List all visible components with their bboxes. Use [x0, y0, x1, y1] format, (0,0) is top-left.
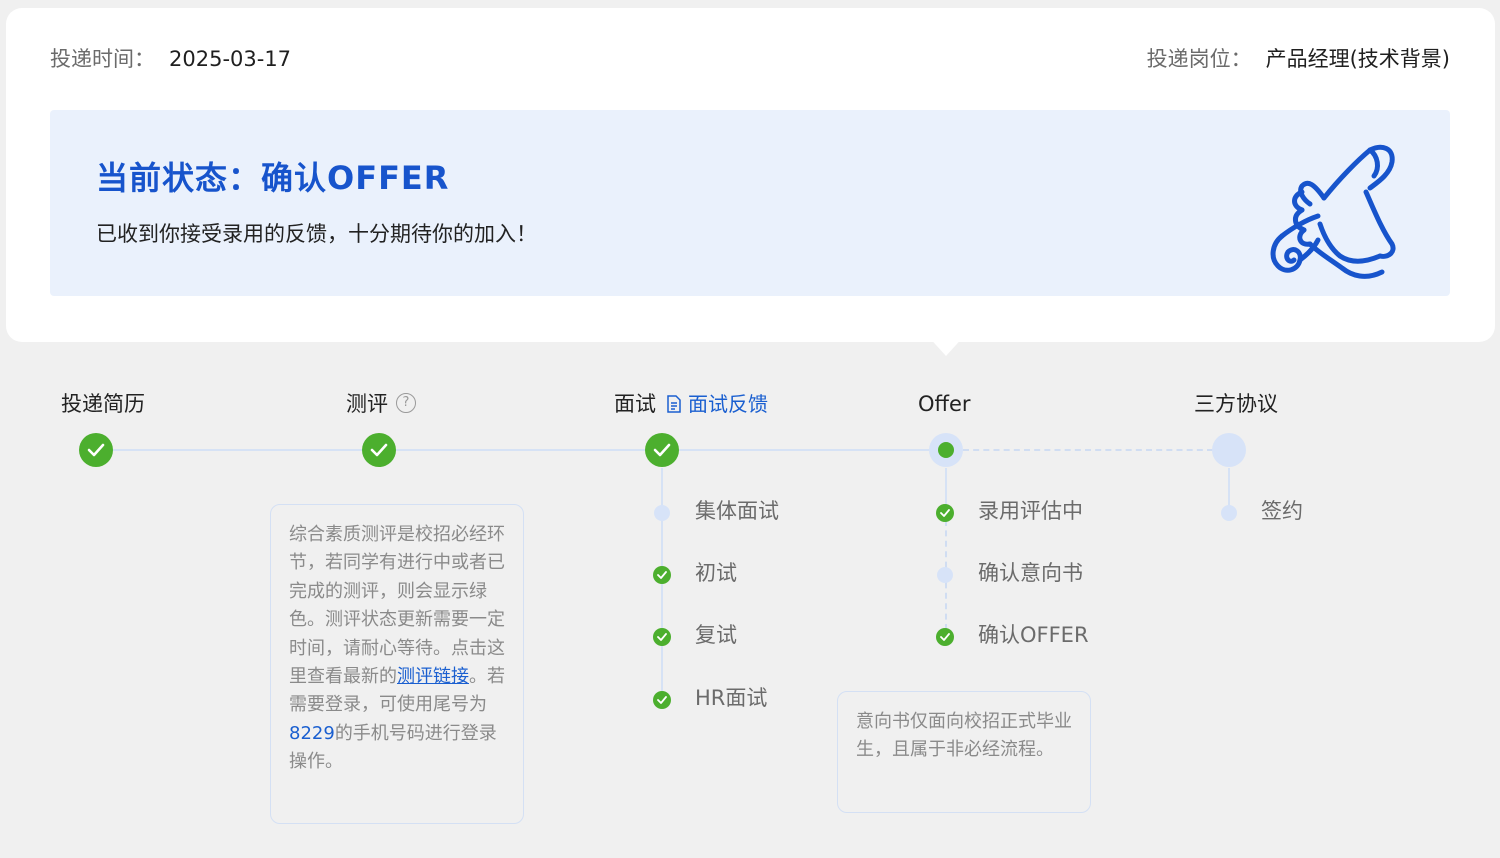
step-assessment-label: 测评 [346, 392, 388, 416]
step-agreement-node [1212, 433, 1246, 467]
timeline-connector [679, 449, 929, 451]
substep-hr-interview: HR面试 [695, 686, 768, 710]
interview-substep-line [661, 468, 663, 700]
step-resume: 投递简历 [61, 389, 145, 419]
status-title: 当前状态：确认OFFER [96, 159, 450, 197]
status-panel: 当前状态：确认OFFER 已收到你接受录用的反馈，十分期待你的加入！ [50, 110, 1450, 296]
position-value: 产品经理(技术背景) [1265, 47, 1450, 71]
position: 投递岗位： 产品经理(技术背景) [1147, 44, 1450, 74]
step-agreement: 三方协议 [1194, 389, 1278, 419]
substep-done-check [936, 628, 954, 646]
substep-pending-dot [1221, 505, 1237, 521]
substep-done-check [653, 691, 671, 709]
substep-group-interview: 集体面试 [695, 499, 779, 523]
timeline-connector-pending [963, 449, 1213, 451]
step-interview-label: 面试 [614, 392, 656, 416]
current-dot [938, 442, 954, 458]
substep-offer-evaluation: 录用评估中 [978, 499, 1083, 523]
offer-note: 意向书仅面向校招正式毕业生，且属于非必经流程。 [837, 691, 1091, 813]
substep-done-check [653, 566, 671, 584]
timeline-connector [396, 449, 645, 451]
check-icon [657, 633, 667, 641]
check-icon [370, 443, 388, 457]
submit-time: 投递时间： 2025-03-17 [50, 44, 291, 74]
substep-done-check [653, 628, 671, 646]
help-icon[interactable]: ? [396, 393, 416, 413]
check-icon [657, 571, 667, 579]
step-offer-node [929, 433, 963, 467]
card-pointer [926, 334, 966, 356]
check-icon [657, 696, 667, 704]
phone-suffix: 8229 [289, 722, 335, 744]
substep-pending-dot [937, 567, 953, 583]
substep-confirm-offer: 确认OFFER [978, 623, 1089, 647]
step-resume-node [79, 433, 113, 467]
check-icon [940, 509, 950, 517]
document-icon [667, 394, 681, 413]
step-offer: Offer [918, 389, 971, 419]
step-interview: 面试 面试反馈 [614, 389, 768, 419]
interview-feedback-link[interactable]: 面试反馈 [666, 392, 768, 416]
check-icon [653, 443, 671, 457]
assessment-link[interactable]: 测评链接 [397, 666, 469, 687]
substep-pending-dot [654, 505, 670, 521]
step-offer-label: Offer [918, 392, 971, 416]
step-agreement-label: 三方协议 [1194, 392, 1278, 416]
status-description: 已收到你接受录用的反馈，十分期待你的加入！ [96, 222, 537, 246]
check-icon [87, 443, 105, 457]
substep-second-interview: 复试 [695, 623, 737, 647]
submit-time-value: 2025-03-17 [169, 47, 292, 71]
substep-sign: 签约 [1261, 499, 1303, 523]
check-icon [940, 633, 950, 641]
step-assessment-node [362, 433, 396, 467]
offer-note-text: 意向书仅面向校招正式毕业生，且属于非必经流程。 [856, 711, 1072, 761]
step-interview-node [645, 433, 679, 467]
substep-first-interview: 初试 [695, 561, 737, 585]
substep-done-check [936, 504, 954, 522]
submit-time-label: 投递时间： [50, 47, 155, 71]
assessment-note: 综合素质测评是校招必经环节，若同学有进行中或者已完成的测评，则会显示绿色。测评状… [270, 504, 524, 824]
timeline-connector [113, 449, 363, 451]
substep-confirm-intent: 确认意向书 [978, 561, 1083, 585]
step-assessment: 测评? [346, 389, 416, 419]
step-resume-label: 投递简历 [61, 392, 145, 416]
position-label: 投递岗位： [1146, 47, 1252, 71]
assessment-note-text: 综合素质测评是校招必经环节，若同学有进行中或者已完成的测评，则会显示绿色。测评状… [289, 524, 505, 688]
scroll-hand-icon [1270, 144, 1396, 279]
interview-feedback-label: 面试反馈 [688, 392, 768, 416]
